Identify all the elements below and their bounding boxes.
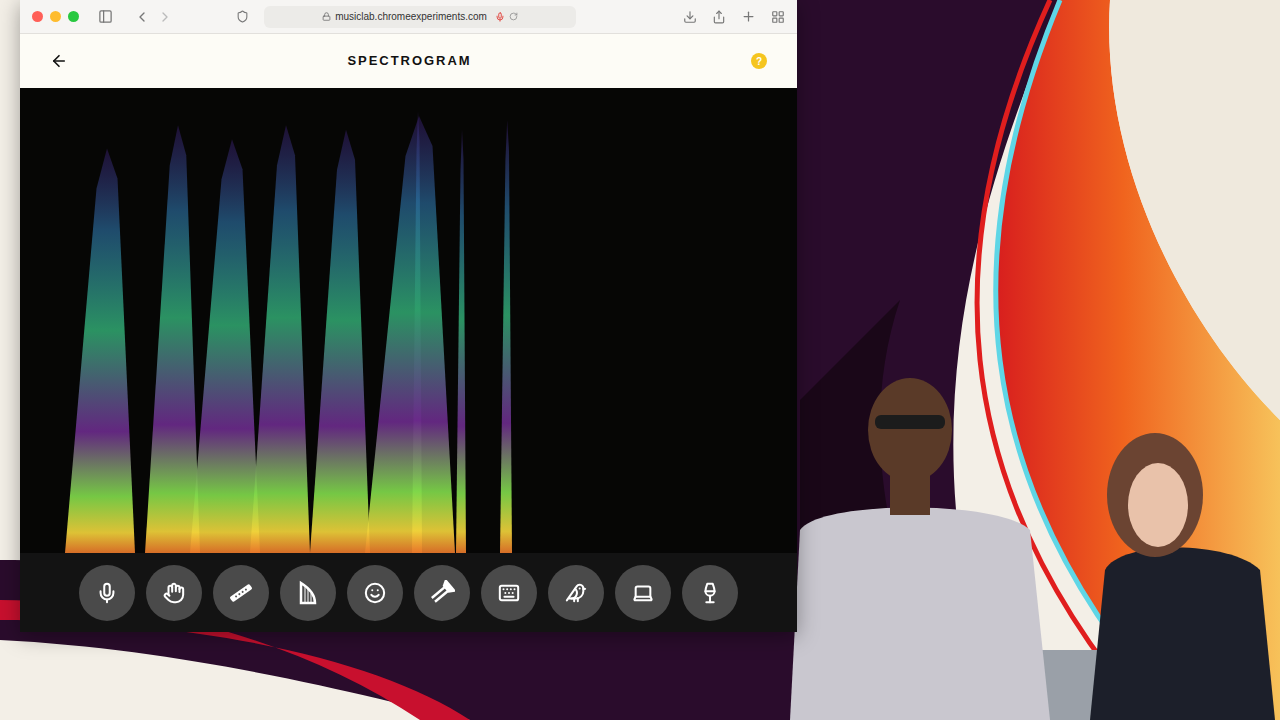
spectrogram-streak [500,121,512,553]
spectrogram-streak [145,125,200,553]
instrument-button[interactable] [481,565,537,621]
spectrogram-canvas [20,88,797,553]
bird-icon [565,582,587,604]
download-icon[interactable] [683,10,697,24]
spectrogram-streak [412,111,422,553]
close-dot[interactable] [32,11,43,22]
url-text: musiclab.chromeexperiments.com [335,9,487,24]
spectrogram-streak [250,125,310,553]
instrument-button[interactable] [347,565,403,621]
presenters-photo [760,360,1280,720]
new-tab-icon[interactable] [741,9,756,24]
spectrogram-streak [310,130,370,553]
harp-icon [295,580,321,606]
screen: musiclab.chromeexperiments.com SPECTROGRA… [0,0,1280,720]
share-icon[interactable] [712,10,726,24]
spectrogram-chart [20,88,797,553]
forward-icon[interactable] [157,9,173,25]
recording-mic-icon [495,12,505,22]
zoom-dot[interactable] [68,11,79,22]
spectrogram-streak [456,130,466,553]
instrument-button[interactable] [414,565,470,621]
browser-window: musiclab.chromeexperiments.com SPECTROGRA… [20,0,797,632]
back-arrow-icon[interactable] [50,52,68,70]
instrument-button[interactable] [682,565,738,621]
instrument-button[interactable] [548,565,604,621]
help-button[interactable]: ? [751,53,767,69]
address-bar[interactable]: musiclab.chromeexperiments.com [264,6,576,28]
instrument-button[interactable] [79,565,135,621]
synth-icon [498,582,520,604]
wine-glass-icon [699,582,721,604]
instrument-button[interactable] [146,565,202,621]
instrument-toolbar [20,553,797,632]
app-header: SPECTROGRAM? [20,34,797,88]
shield-icon[interactable] [236,10,249,23]
microphone-icon [96,582,118,604]
trombone-icon [429,580,455,606]
app-title: SPECTROGRAM [347,51,471,71]
minimize-dot[interactable] [50,11,61,22]
sidebar-icon[interactable] [98,9,113,24]
flute-icon [228,580,254,606]
laptop-icon [632,582,654,604]
spectrogram-streak [365,116,455,553]
instrument-button[interactable] [280,565,336,621]
instrument-button[interactable] [213,565,269,621]
tab-overview-icon[interactable] [771,10,785,24]
browser-toolbar: musiclab.chromeexperiments.com [20,0,797,34]
voice-face-icon [364,582,386,604]
instrument-button[interactable] [615,565,671,621]
spectrogram-streak [65,148,135,553]
spectrogram-streak [190,139,260,553]
reload-icon[interactable] [509,12,518,21]
hand-icon [163,582,185,604]
lock-icon [322,12,331,21]
back-icon[interactable] [134,9,150,25]
